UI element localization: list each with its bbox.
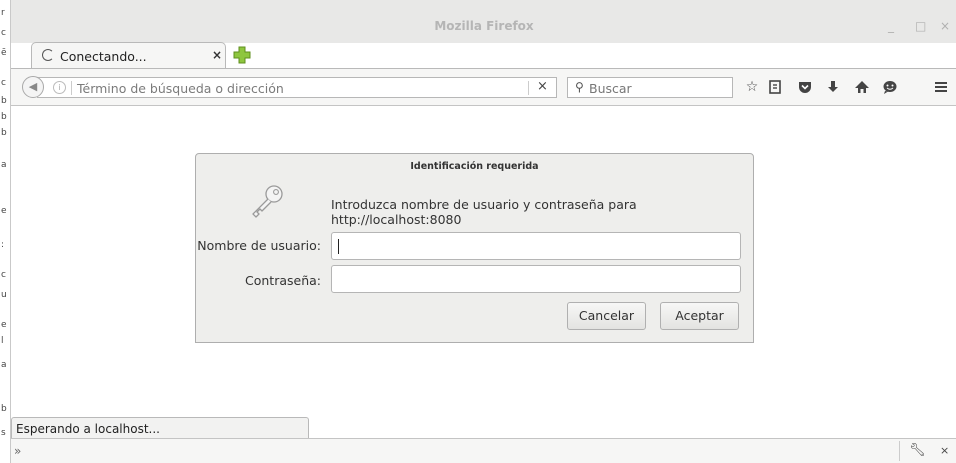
search-placeholder: Buscar <box>589 81 632 96</box>
new-tab-plus-icon[interactable] <box>232 45 252 65</box>
bookmarks-list-icon[interactable] <box>767 79 783 95</box>
text-caret <box>338 239 339 254</box>
hello-chat-icon[interactable] <box>882 79 898 95</box>
hamburger-menu-icon[interactable] <box>933 79 949 95</box>
info-icon[interactable]: i <box>53 81 66 94</box>
overflow-chevron-icon[interactable]: » <box>14 444 21 458</box>
username-field[interactable] <box>331 232 741 260</box>
password-field[interactable] <box>331 265 741 293</box>
tab-close-button[interactable]: × <box>212 48 222 62</box>
password-label: Contraseña: <box>245 273 321 288</box>
accept-button[interactable]: Aceptar <box>660 302 739 330</box>
clear-url-icon[interactable]: × <box>537 79 548 94</box>
downloads-icon[interactable] <box>825 79 841 95</box>
username-label: Nombre de usuario: <box>197 238 321 253</box>
tab-conectando[interactable]: Conectando... × <box>31 42 226 69</box>
loading-spinner-icon <box>42 49 54 61</box>
url-bar[interactable]: i Término de búsqueda o dirección × <box>37 77 557 98</box>
key-icon <box>252 185 283 218</box>
url-placeholder: Término de búsqueda o dirección <box>77 81 284 96</box>
auth-dialog: Identificación requerida Introduzca nomb… <box>195 153 754 343</box>
close-window-button[interactable]: × <box>940 19 950 33</box>
bottombar-divider <box>899 441 900 461</box>
back-arrow-icon[interactable]: ◀ <box>22 76 44 98</box>
tab-label: Conectando... <box>60 49 147 64</box>
firefox-window: Mozilla Firefox _ □ × Conectando... × i … <box>10 0 956 463</box>
bottom-toolbar: » 🔧︎ × <box>11 438 956 463</box>
status-text: Esperando a localhost... <box>16 422 160 436</box>
navigation-toolbar: i Término de búsqueda o dirección × ◀ ⚲ … <box>11 68 956 106</box>
pocket-icon[interactable] <box>797 79 813 95</box>
bookmark-star-icon[interactable]: ☆ <box>744 79 760 95</box>
home-icon[interactable] <box>854 79 870 95</box>
background-window-edge: rcē cbb bae :cu ela bs <box>0 0 10 463</box>
cancel-button[interactable]: Cancelar <box>567 302 646 330</box>
status-panel: Esperando a localhost... <box>11 417 309 439</box>
search-input[interactable]: ⚲ Buscar <box>567 77 733 98</box>
urlbar-divider-right <box>528 81 529 95</box>
search-icon: ⚲ <box>575 80 584 94</box>
urlbar-divider <box>71 81 72 95</box>
auth-message: Introduzca nombre de usuario y contraseñ… <box>331 197 637 227</box>
close-toolbar-icon[interactable]: × <box>940 444 949 457</box>
titlebar: Mozilla Firefox _ □ × <box>11 0 956 43</box>
maximize-button[interactable]: □ <box>915 19 926 33</box>
minimize-button[interactable]: _ <box>888 19 894 33</box>
window-title: Mozilla Firefox <box>434 19 534 33</box>
dialog-title: Identificación requerida <box>410 161 539 172</box>
wrench-icon[interactable]: 🔧︎ <box>909 443 926 458</box>
